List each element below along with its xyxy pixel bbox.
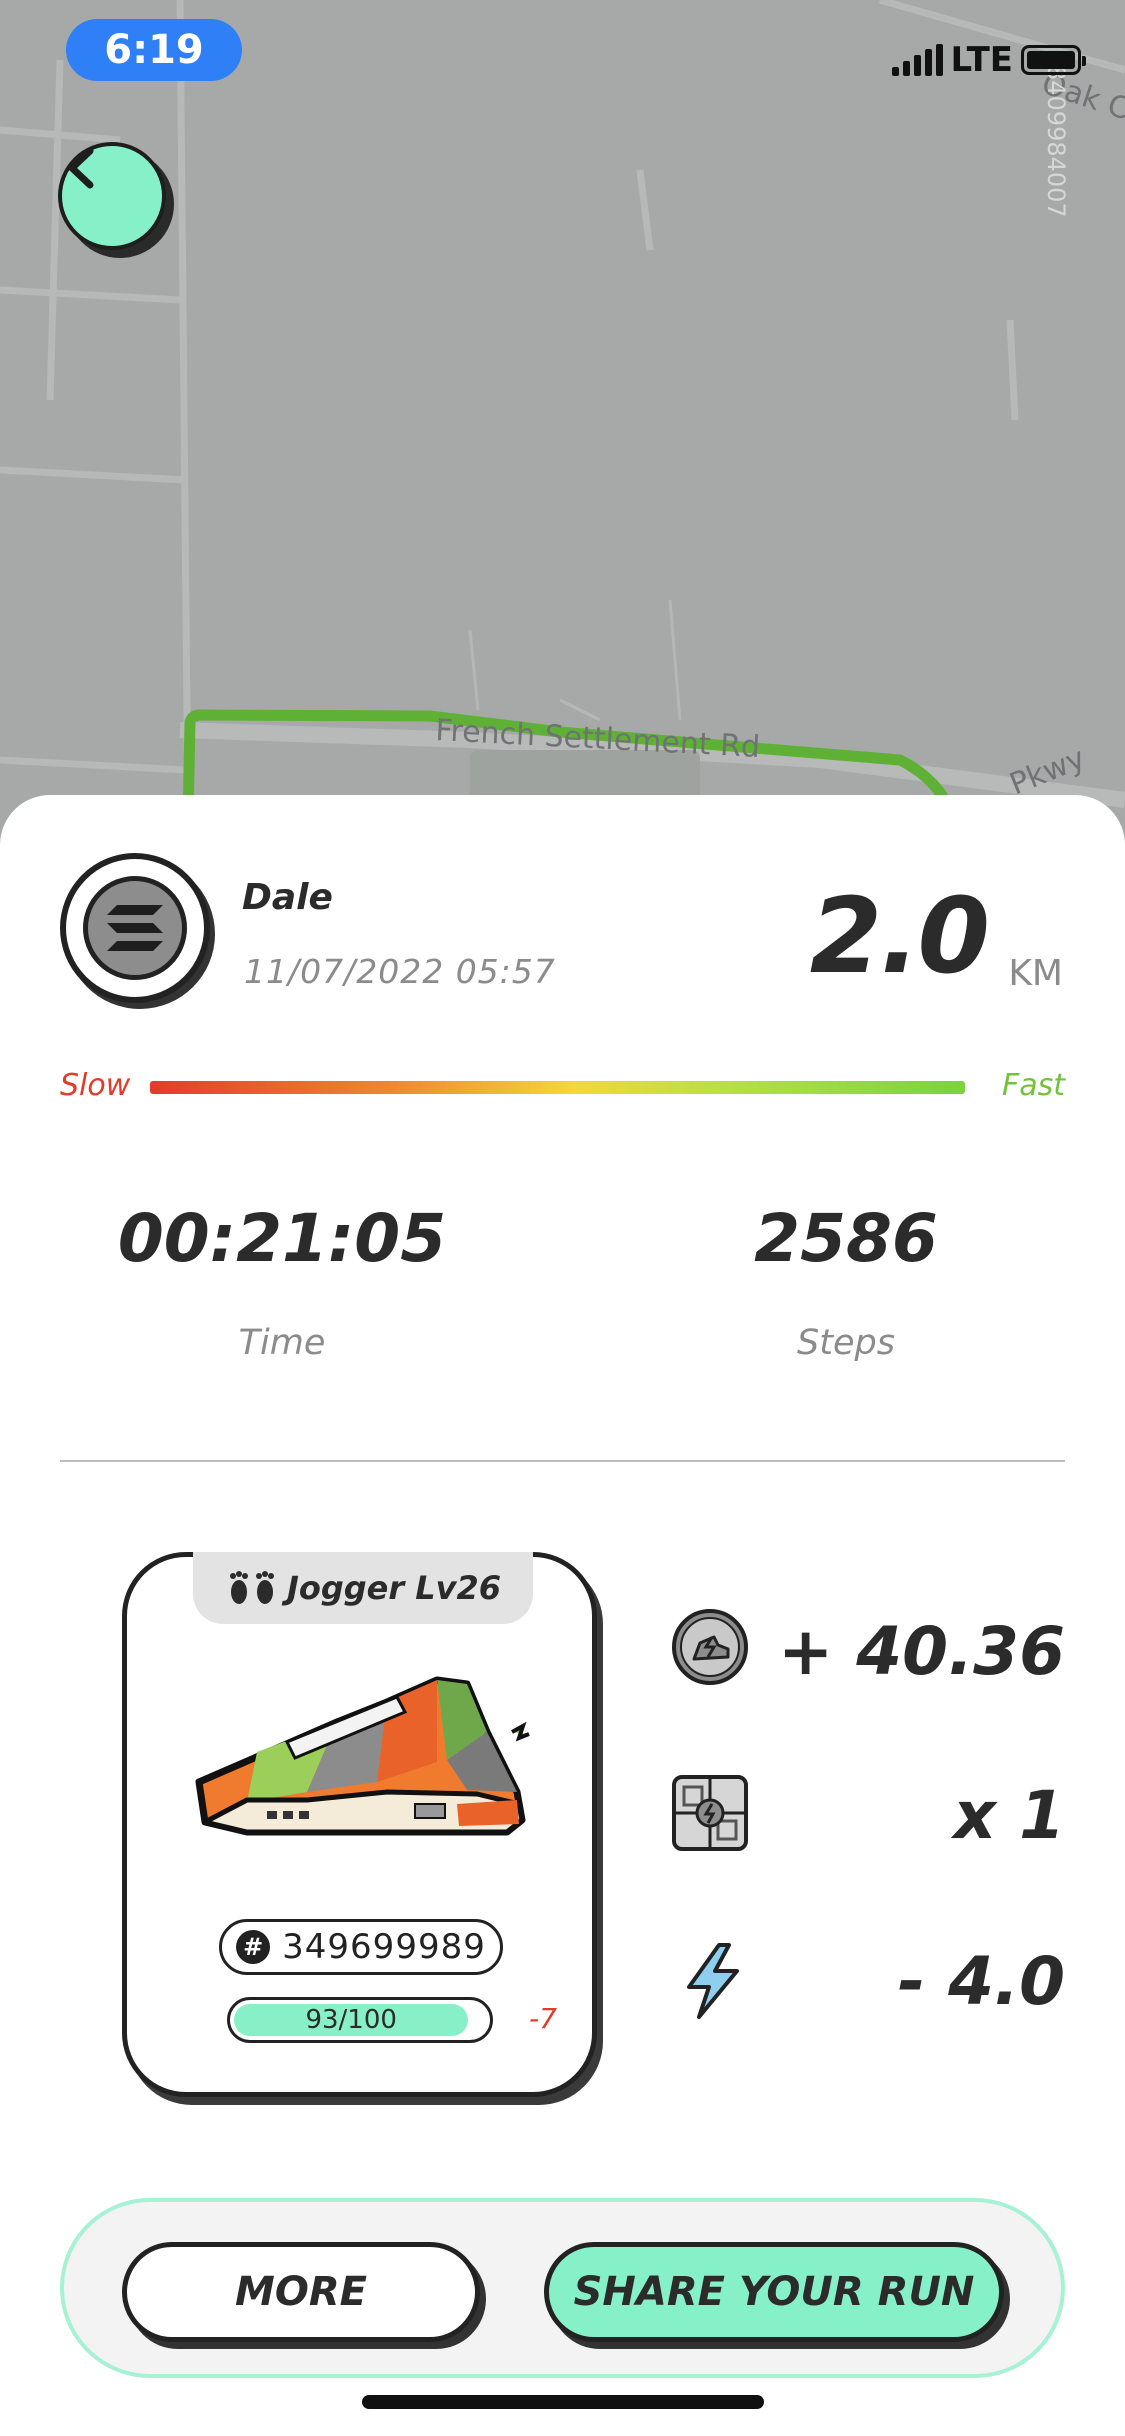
solana-logo-icon — [83, 876, 187, 980]
share-run-button[interactable]: SHARE YOUR RUN — [544, 2242, 1004, 2342]
signal-icon — [891, 44, 943, 76]
boxes-earned: x 1 — [953, 1777, 1065, 1854]
time-value: 00:21:05 — [117, 1200, 447, 1277]
time-label: Time — [238, 1323, 326, 1363]
steps-label: Steps — [797, 1323, 895, 1363]
sneaker-title: Jogger Lv26 — [286, 1569, 502, 1607]
energy-bolt-icon — [672, 1941, 752, 2021]
tokens-earned: + 40.36 — [777, 1613, 1065, 1690]
home-indicator — [362, 2395, 764, 2409]
route-map[interactable]: French Settlement Rd Oak C Pkwy 84099840… — [0, 0, 1125, 820]
speed-fast-label: Fast — [1001, 1068, 1065, 1103]
more-button[interactable]: MORE — [122, 2242, 480, 2342]
footprints-icon — [229, 1571, 274, 1604]
durability-fill: 93/100 — [234, 2004, 469, 2036]
chevron-left-icon — [68, 147, 94, 189]
durability-bar: 93/100 — [227, 1997, 493, 2043]
action-bar: MORE SHARE YOUR RUN — [60, 2198, 1065, 2378]
speed-gradient-bar — [150, 1081, 965, 1094]
map-graphic: French Settlement Rd Oak C Pkwy 84099840… — [0, 0, 1125, 820]
distance-unit: KM — [1008, 953, 1063, 994]
steps-value: 2586 — [754, 1200, 938, 1277]
distance-value: 2.0 — [809, 875, 990, 997]
battery-icon — [1021, 45, 1086, 75]
map-id-label: 8409984007 — [1042, 65, 1070, 218]
divider — [60, 1460, 1065, 1462]
durability-change: -7 — [529, 2002, 557, 2035]
sneaker-id: 349699989 — [282, 1927, 486, 1967]
sneaker-title-tab: Jogger Lv26 — [193, 1552, 533, 1624]
run-summary-sheet: Dale 11/07/2022 05:57 2.0 KM Slow Fast 0… — [0, 795, 1125, 2436]
sneaker-icon — [195, 1676, 530, 1836]
status-time: 6:19 — [66, 19, 242, 81]
durability-value: 93/100 — [305, 2005, 397, 2035]
speed-slow-label: Slow — [60, 1068, 131, 1103]
run-date: 11/07/2022 05:57 — [244, 952, 556, 991]
energy-spent: - 4.0 — [897, 1943, 1065, 2020]
gst-token-icon — [670, 1607, 750, 1687]
mystery-box-icon — [670, 1773, 750, 1853]
back-button[interactable] — [58, 142, 166, 250]
avatar — [60, 853, 210, 1003]
sneaker-card[interactable]: Jogger Lv26 # 349699989 93/100 -7 — [122, 1552, 597, 2097]
network-type: LTE — [950, 40, 1013, 80]
user-name: Dale — [242, 877, 333, 918]
hash-icon: # — [236, 1930, 271, 1964]
sneaker-id-pill: # 349699989 — [219, 1919, 503, 1975]
status-indicators: LTE — [891, 38, 1086, 82]
